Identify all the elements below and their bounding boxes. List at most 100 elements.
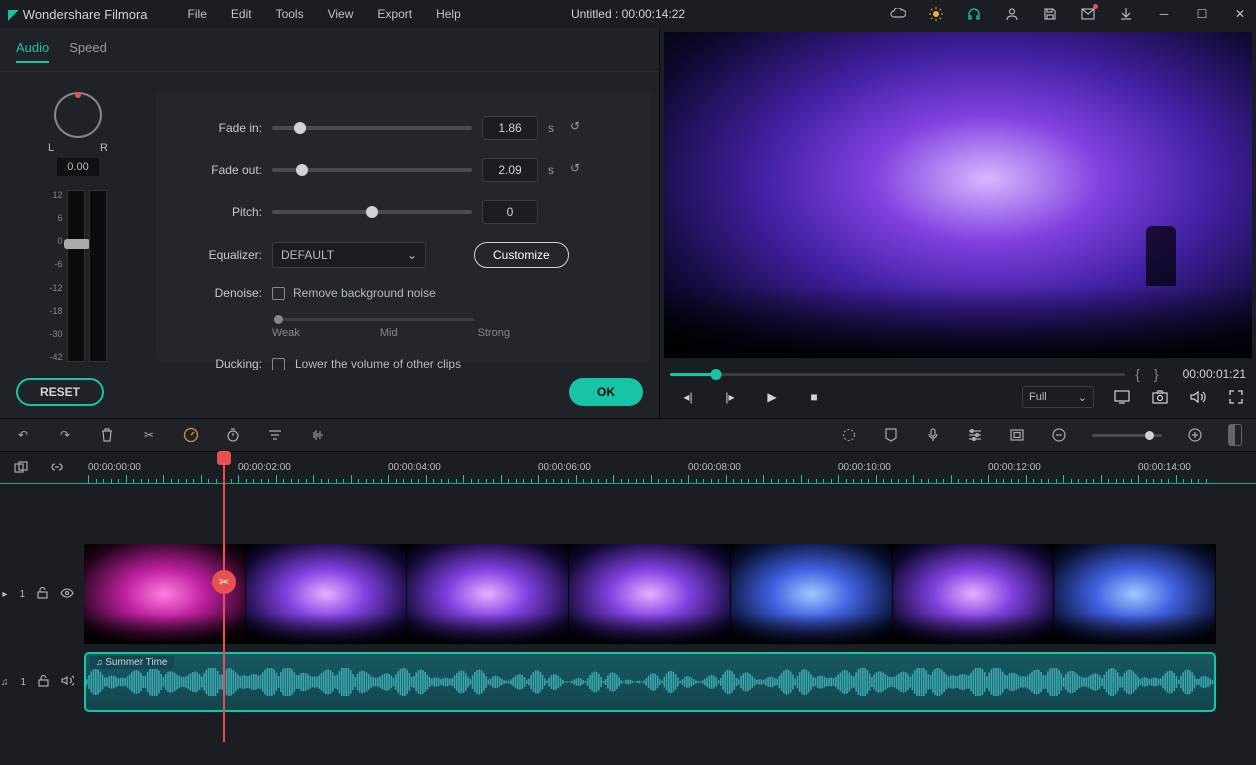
undo-icon[interactable]: ↶ [14, 426, 32, 444]
reset-button[interactable]: RESET [16, 378, 104, 406]
mixer-icon[interactable] [966, 426, 984, 444]
time-tick: 00:00:02:00 [238, 462, 291, 473]
render-icon[interactable] [840, 426, 858, 444]
menu-export[interactable]: Export [377, 7, 412, 21]
equalizer-selected: DEFAULT [281, 248, 334, 262]
save-icon[interactable] [1042, 6, 1058, 22]
balance-left-label: L [48, 142, 54, 154]
time-ruler-row: 00:00:00:0000:00:02:0000:00:04:0000:00:0… [0, 452, 1256, 484]
redo-icon[interactable]: ↷ [56, 426, 74, 444]
meter-tick: -12 [49, 283, 62, 293]
view-mode-label: Full [1029, 391, 1047, 403]
stop-icon[interactable]: ■ [804, 387, 824, 407]
meter-tick: -18 [49, 306, 62, 316]
menu-help[interactable]: Help [436, 7, 461, 21]
download-icon[interactable] [1118, 6, 1134, 22]
mute-icon[interactable] [61, 675, 74, 689]
fade-in-reset-icon[interactable]: ↺ [570, 119, 588, 137]
pitch-value[interactable]: 0 [482, 200, 538, 224]
view-mode-select[interactable]: Full ⌄ [1022, 386, 1094, 408]
headphones-icon[interactable] [966, 6, 982, 22]
lightbulb-icon[interactable] [928, 6, 944, 22]
menu-file[interactable]: File [188, 7, 207, 21]
snapshot-icon[interactable] [1150, 387, 1170, 407]
screen-icon[interactable] [1112, 387, 1132, 407]
speed-icon[interactable] [182, 426, 200, 444]
next-frame-icon[interactable]: |▸ [720, 387, 740, 407]
crop-icon[interactable] [1008, 426, 1026, 444]
tab-speed[interactable]: Speed [69, 40, 107, 63]
playhead[interactable]: ✂ [223, 452, 225, 742]
meter-tick: -6 [49, 259, 62, 269]
zoom-slider[interactable] [1092, 434, 1162, 437]
fade-in-slider[interactable] [272, 126, 472, 130]
time-tick: 00:00:10:00 [838, 462, 891, 473]
volume-level [89, 190, 107, 362]
playhead-split-icon[interactable]: ✂ [212, 570, 236, 594]
zoom-out-icon[interactable] [1050, 426, 1068, 444]
window-close[interactable]: ✕ [1232, 6, 1248, 22]
record-voiceover-icon[interactable] [924, 426, 942, 444]
marker-icon[interactable] [882, 426, 900, 444]
prev-frame-icon[interactable]: ◂| [678, 387, 698, 407]
volume-icon[interactable] [1188, 387, 1208, 407]
time-tick: 00:00:04:00 [388, 462, 441, 473]
time-ruler[interactable]: 00:00:00:0000:00:02:0000:00:04:0000:00:0… [88, 452, 1256, 483]
scrub-slider[interactable] [670, 373, 1125, 376]
video-track-body[interactable]: ▶ [84, 544, 1256, 644]
menu-view[interactable]: View [328, 7, 354, 21]
lock-icon[interactable] [38, 675, 49, 690]
fade-in-value[interactable]: 1.86 [482, 116, 538, 140]
eye-icon[interactable] [60, 588, 74, 601]
audio-clip[interactable]: Summer Time [84, 652, 1216, 712]
delete-icon[interactable] [98, 426, 116, 444]
cloud-icon[interactable] [890, 6, 906, 22]
menu-edit[interactable]: Edit [231, 7, 252, 21]
account-icon[interactable] [1004, 6, 1020, 22]
video-clip[interactable]: ▶ [84, 544, 1216, 644]
balance-knob[interactable] [54, 92, 102, 138]
pitch-label: Pitch: [176, 205, 262, 219]
ducking-checkbox[interactable] [272, 358, 285, 371]
video-preview[interactable] [664, 32, 1252, 358]
tab-audio[interactable]: Audio [16, 40, 49, 63]
pitch-slider[interactable] [272, 210, 472, 214]
mail-icon[interactable] [1080, 6, 1096, 22]
filters-icon[interactable] [266, 426, 284, 444]
media-icon[interactable] [12, 459, 30, 477]
customize-button[interactable]: Customize [474, 242, 569, 268]
audio-track-number: 1 [20, 677, 26, 688]
fade-out-slider[interactable] [272, 168, 472, 172]
lock-icon[interactable] [37, 587, 48, 602]
meter-tick: 12 [49, 190, 62, 200]
window-maximize[interactable]: ☐ [1194, 6, 1210, 22]
split-icon[interactable]: ✂ [140, 426, 158, 444]
preview-panel: {} 00:00:01:21 ◂| |▸ ▶ ■ Full ⌄ [660, 28, 1256, 418]
playback-bar: {} 00:00:01:21 ◂| |▸ ▶ ■ Full ⌄ [660, 362, 1256, 418]
equalizer-select[interactable]: DEFAULT ⌄ [272, 242, 426, 268]
audio-clip-label: Summer Time [90, 656, 174, 669]
ducking-check-label: Lower the volume of other clips [295, 357, 461, 370]
fade-out-reset-icon[interactable]: ↺ [570, 161, 588, 179]
zoom-in-icon[interactable] [1186, 426, 1204, 444]
tracks-area: ✂ ▸ 1 ▶ ♫ 1 [0, 484, 1256, 765]
play-icon[interactable]: ▶ [762, 387, 782, 407]
link-icon[interactable] [48, 459, 66, 477]
timer-icon[interactable] [224, 426, 242, 444]
denoise-strength-slider[interactable] [274, 318, 474, 321]
marker-braces[interactable]: {} [1135, 366, 1172, 382]
snap-toggle[interactable] [1228, 424, 1242, 446]
window-minimize[interactable]: ─ [1156, 6, 1172, 22]
audio-track: ♫ 1 Summer Time [0, 652, 1256, 712]
audio-adjust-icon[interactable] [308, 426, 326, 444]
fullscreen-icon[interactable] [1226, 387, 1246, 407]
time-tick: 00:00:08:00 [688, 462, 741, 473]
denoise-checkbox[interactable] [272, 287, 285, 300]
denoise-label: Denoise: [176, 286, 262, 300]
ok-button[interactable]: OK [569, 378, 643, 406]
fade-out-value[interactable]: 2.09 [482, 158, 538, 182]
time-tick: 00:00:06:00 [538, 462, 591, 473]
audio-track-body[interactable]: Summer Time [84, 652, 1256, 712]
menu-tools[interactable]: Tools [276, 7, 304, 21]
volume-fader[interactable] [67, 190, 85, 362]
